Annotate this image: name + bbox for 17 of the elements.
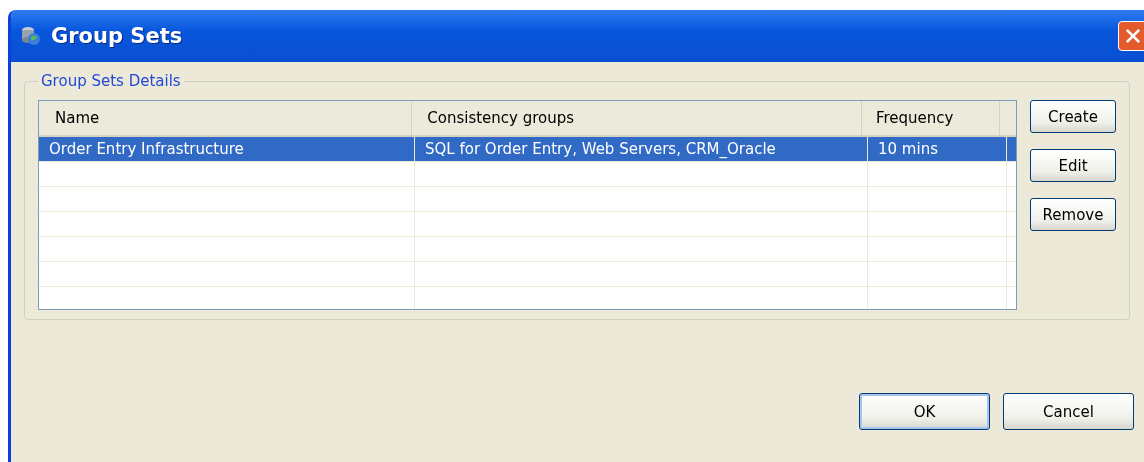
app-icon — [19, 24, 43, 48]
column-header[interactable]: Name — [39, 101, 413, 135]
dialog-button[interactable]: OK — [859, 393, 990, 430]
table-cell: 10 mins — [868, 137, 1007, 161]
action-button[interactable]: Edit — [1030, 149, 1116, 182]
column-header[interactable]: Consistency groups — [412, 101, 862, 135]
table-cell: SQL for Order Entry, Web Servers, CRM_Oracle — [415, 137, 868, 161]
window-title: Group Sets — [51, 24, 183, 48]
group-box-title: Group Sets Details — [40, 72, 182, 90]
action-button[interactable]: Remove — [1030, 198, 1116, 231]
close-icon — [1124, 27, 1142, 45]
table-row[interactable]: Order Entry Infrastructure SQL for Order Entry, Web Servers, CRM_Oracle 10 mins — [39, 137, 1016, 162]
close-button[interactable] — [1118, 21, 1144, 51]
dialog-button[interactable]: Cancel — [1003, 393, 1134, 430]
table-cell: Order Entry Infrastructure — [39, 137, 415, 161]
column-header[interactable]: Frequency — [861, 101, 1000, 135]
action-button[interactable]: Create — [1030, 100, 1116, 133]
